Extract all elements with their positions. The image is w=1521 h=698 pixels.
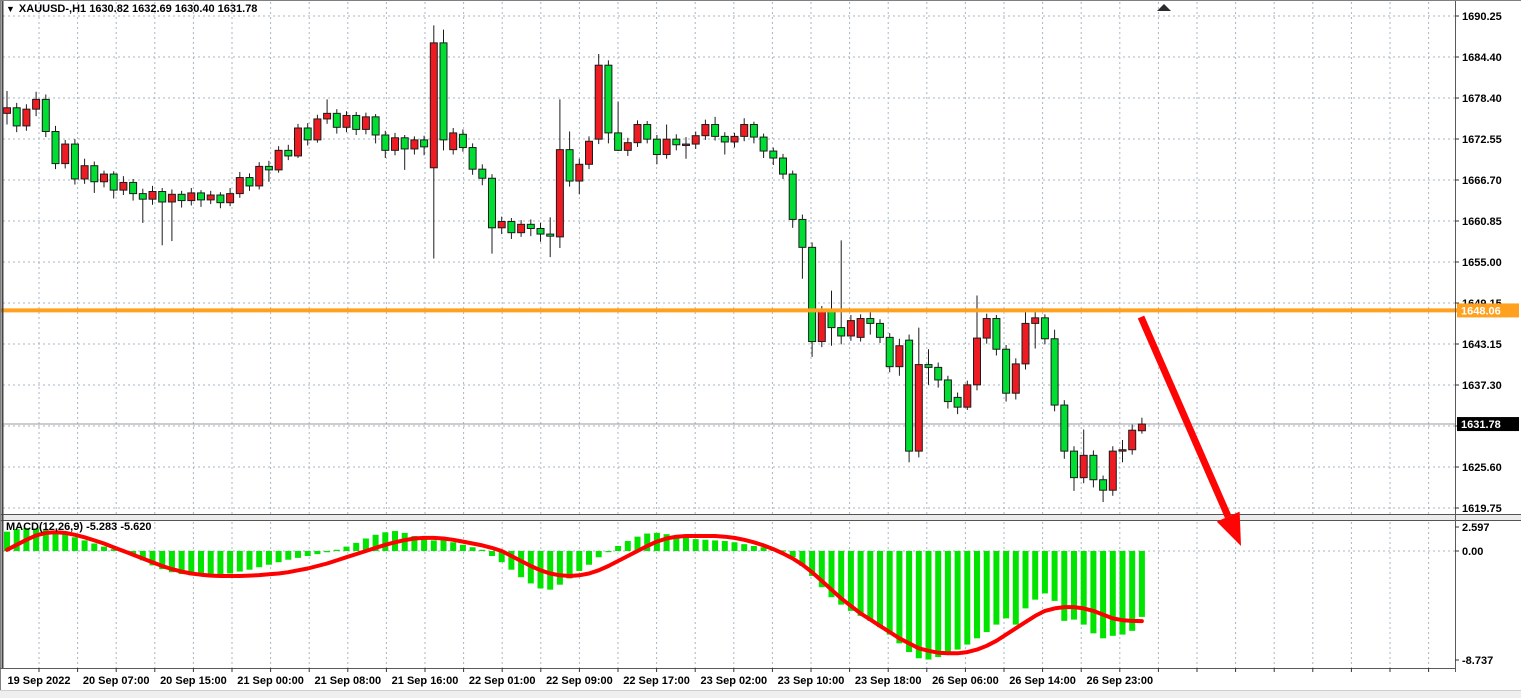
svg-text:23 Sep 02:00: 23 Sep 02:00 <box>700 675 767 687</box>
svg-text:22 Sep 01:00: 22 Sep 01:00 <box>469 675 536 687</box>
svg-text:1666.70: 1666.70 <box>1462 175 1502 187</box>
svg-text:1619.75: 1619.75 <box>1462 503 1502 515</box>
svg-text:1637.30: 1637.30 <box>1462 380 1502 392</box>
svg-text:20 Sep 15:00: 20 Sep 15:00 <box>160 675 227 687</box>
svg-text:-8.737: -8.737 <box>1462 655 1493 667</box>
svg-text:1648.06: 1648.06 <box>1461 305 1501 317</box>
svg-text:1660.85: 1660.85 <box>1462 216 1502 228</box>
svg-text:0.00: 0.00 <box>1462 546 1483 558</box>
svg-text:19 Sep 2022: 19 Sep 2022 <box>8 675 71 687</box>
svg-text:1625.60: 1625.60 <box>1462 462 1502 474</box>
svg-text:23 Sep 18:00: 23 Sep 18:00 <box>855 675 922 687</box>
symbol-title: XAUUSD-,H1 1630.82 1632.69 1630.40 1631.… <box>19 3 258 15</box>
svg-text:1672.55: 1672.55 <box>1462 134 1502 146</box>
symbol-title-bar: ▼ XAUUSD-,H1 1630.82 1632.69 1630.40 1631… <box>6 3 257 15</box>
svg-text:22 Sep 09:00: 22 Sep 09:00 <box>546 675 613 687</box>
svg-text:20 Sep 07:00: 20 Sep 07:00 <box>83 675 150 687</box>
svg-text:26 Sep 23:00: 26 Sep 23:00 <box>1086 675 1153 687</box>
chart-window: 1690.25 1684.40 1678.40 1672.55 1666.70 1660.… <box>0 0 1521 698</box>
hline-price-tag: 1648.06 <box>1457 303 1519 317</box>
svg-text:2.597: 2.597 <box>1462 522 1490 534</box>
svg-text:1631.78: 1631.78 <box>1461 419 1501 431</box>
svg-text:21 Sep 16:00: 21 Sep 16:00 <box>392 675 459 687</box>
svg-text:26 Sep 06:00: 26 Sep 06:00 <box>932 675 999 687</box>
svg-text:1678.40: 1678.40 <box>1462 93 1502 105</box>
svg-text:26 Sep 14:00: 26 Sep 14:00 <box>1009 675 1076 687</box>
current-price-tag: 1631.78 <box>1457 417 1519 431</box>
chart-background <box>0 0 1521 698</box>
svg-text:1655.00: 1655.00 <box>1462 257 1502 269</box>
svg-text:21 Sep 08:00: 21 Sep 08:00 <box>314 675 381 687</box>
svg-text:1690.25: 1690.25 <box>1462 11 1502 23</box>
svg-text:1643.15: 1643.15 <box>1462 339 1502 351</box>
chart-canvas[interactable]: 1690.25 1684.40 1678.40 1672.55 1666.70 1660.… <box>0 0 1521 698</box>
svg-text:23 Sep 10:00: 23 Sep 10:00 <box>778 675 845 687</box>
svg-text:1684.40: 1684.40 <box>1462 52 1502 64</box>
indicator-label: MACD(12,26,9) -5.283 -5.620 <box>6 521 152 533</box>
svg-text:22 Sep 17:00: 22 Sep 17:00 <box>623 675 690 687</box>
symbol-dropdown-icon[interactable]: ▼ <box>6 4 15 14</box>
svg-text:21 Sep 00:00: 21 Sep 00:00 <box>237 675 304 687</box>
